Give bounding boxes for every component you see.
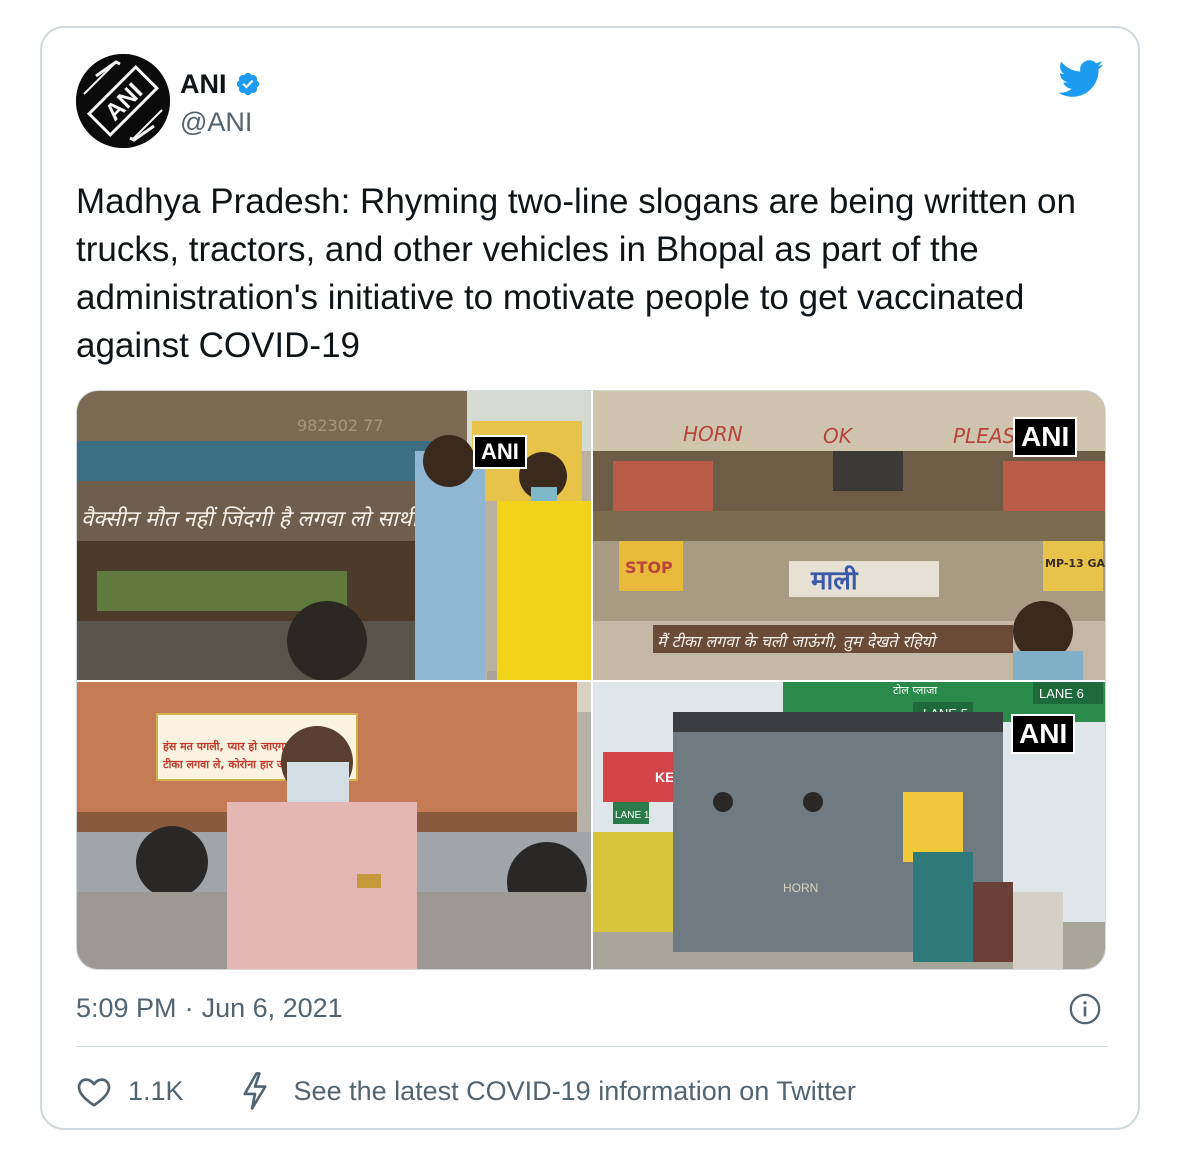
covid-info-link[interactable]: See the latest COVID-19 information on T… xyxy=(240,1072,856,1110)
ok-text: OK xyxy=(823,424,854,448)
ani-watermark-4: ANI xyxy=(1011,714,1076,754)
timestamp-separator: · xyxy=(184,993,194,1023)
toll-text: टोल प्लाजा xyxy=(893,684,937,697)
sign-text: KE xyxy=(655,769,674,785)
photo-3-image: हंस मत पगली, प्यार हो जाएगा टीका लगवा ले… xyxy=(77,682,591,969)
media-grid[interactable]: 982302 77 वैक्सीन मौत नहीं जिंदगी है लगव… xyxy=(76,390,1106,970)
banner-line-1: हंस मत पगली, प्यार हो जाएगा xyxy=(162,739,288,753)
truck-name-text: माली xyxy=(810,565,859,596)
lane6-text: LANE 6 xyxy=(1039,686,1084,701)
lane1-text: LANE 1 xyxy=(615,810,650,821)
photo-4[interactable]: LANE 5 LANE 6 टोल प्लाजा KE LANE 1 HORN xyxy=(593,682,1105,969)
ani-watermark-1: ANI xyxy=(473,435,527,469)
tweet-card[interactable]: ANI ANI @ANI Madhya Pradesh: Rhyming two… xyxy=(40,26,1140,1130)
twitter-bird-icon[interactable] xyxy=(1058,60,1104,98)
covid-bolt-icon xyxy=(243,1072,267,1110)
covid-info-text[interactable]: See the latest COVID-19 information on T… xyxy=(294,1076,856,1107)
tweet-timestamp[interactable]: 5:09 PM · Jun 6, 2021 xyxy=(76,992,343,1024)
photo-1[interactable]: 982302 77 वैक्सीन मौत नहीं जिंदगी है लगव… xyxy=(77,391,591,680)
tweet-date[interactable]: Jun 6, 2021 xyxy=(202,992,343,1024)
like-count: 1.1K xyxy=(128,1075,184,1106)
like-button[interactable]: 1.1K xyxy=(76,1074,184,1108)
ani-watermark-2: ANI xyxy=(1013,417,1078,457)
author-avatar[interactable]: ANI xyxy=(76,54,170,148)
footer-divider xyxy=(76,1046,1108,1047)
heart-icon[interactable] xyxy=(76,1074,112,1108)
slogan-text-1: वैक्सीन मौत नहीं जिंदगी है लगवा लो साथी xyxy=(81,506,422,532)
stop-text: STOP xyxy=(625,558,673,577)
tweet-actions: 1.1K See the latest COVID-19 information… xyxy=(76,1066,856,1116)
verified-badge-icon xyxy=(236,72,259,96)
author-handle[interactable]: @ANI xyxy=(180,106,252,138)
slogan-text-2: मैं टीका लगवा के चली जाऊंगी, तुम देखते र… xyxy=(657,632,938,652)
info-icon[interactable] xyxy=(1068,992,1102,1026)
tweet-text: Madhya Pradesh: Rhyming two-line slogans… xyxy=(76,182,1076,365)
plate-text: MP-13 GA-9127 xyxy=(1045,557,1106,570)
author-name[interactable]: ANI xyxy=(180,68,227,100)
photo-2[interactable]: HORN OK PLEASE STOP माली MP-13 GA-9127 म… xyxy=(593,391,1106,680)
horn-text: HORN xyxy=(683,422,743,446)
tweet-time[interactable]: 5:09 PM xyxy=(76,992,177,1024)
truck-number: 982302 77 xyxy=(297,416,384,435)
photo-3[interactable]: हंस मत पगली, प्यार हो जाएगा टीका लगवा ले… xyxy=(77,682,591,969)
horn-text-4: HORN xyxy=(783,881,818,895)
